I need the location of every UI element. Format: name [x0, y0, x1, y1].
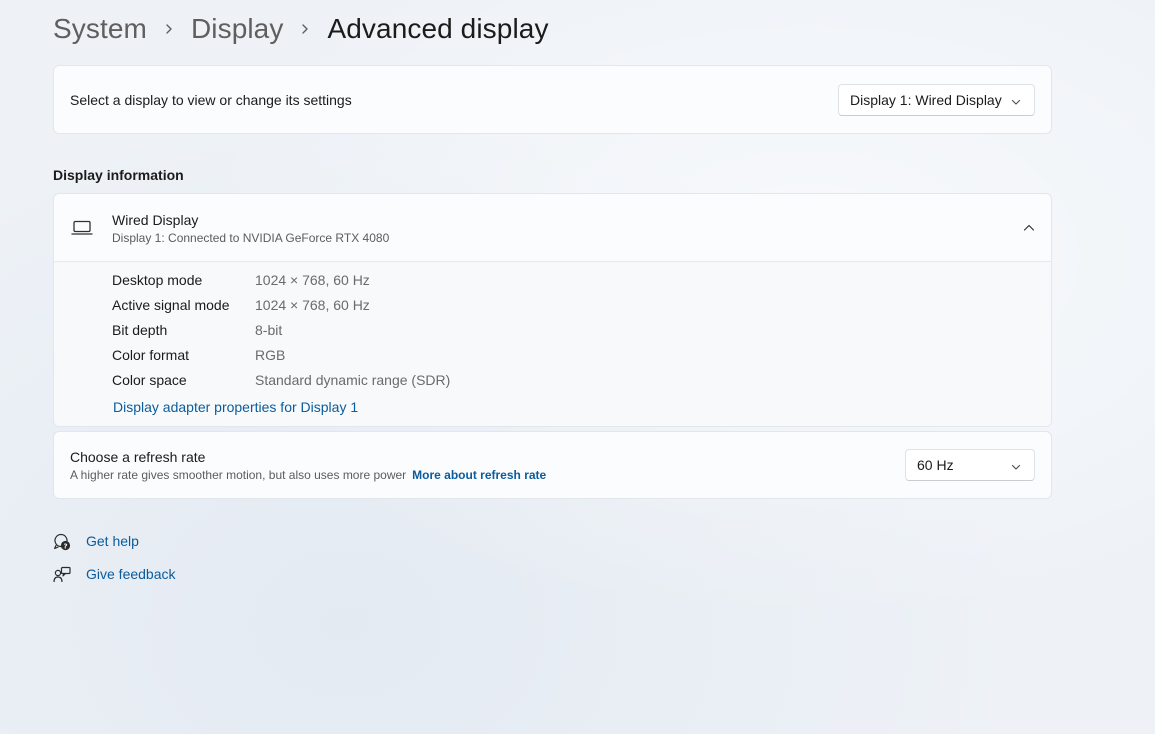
chevron-down-icon [1010, 460, 1022, 472]
display-info-details: Desktop mode 1024 × 768, 60 Hz Active si… [54, 262, 1051, 426]
display-select-card: Select a display to view or change its s… [53, 65, 1052, 134]
display-info-header[interactable]: Wired Display Display 1: Connected to NV… [54, 194, 1051, 262]
property-value: 8-bit [255, 322, 283, 338]
give-feedback-row[interactable]: Give feedback [53, 563, 176, 587]
more-about-refresh-rate-link[interactable]: More about refresh rate [412, 468, 546, 482]
refresh-rate-title: Choose a refresh rate [70, 449, 206, 465]
get-help-link[interactable]: Get help [86, 533, 139, 549]
refresh-rate-description-line: A higher rate gives smoother motion, but… [70, 468, 546, 482]
help-chat-icon: ? [53, 533, 71, 551]
chevron-right-icon [147, 10, 191, 48]
display-select-dropdown[interactable]: Display 1: Wired Display [838, 84, 1035, 116]
refresh-rate-card: Choose a refresh rate A higher rate give… [53, 431, 1052, 499]
refresh-rate-dropdown[interactable]: 60 Hz [905, 449, 1035, 481]
property-label: Bit depth [112, 322, 168, 338]
property-label: Desktop mode [112, 272, 203, 288]
refresh-rate-description: A higher rate gives smoother motion, but… [70, 468, 407, 482]
page-title: Advanced display [327, 13, 549, 44]
feedback-icon [53, 566, 71, 584]
property-value: Standard dynamic range (SDR) [255, 372, 451, 388]
property-value: 1024 × 768, 60 Hz [255, 272, 370, 288]
chevron-down-icon [1010, 95, 1022, 107]
property-label: Color format [112, 347, 190, 363]
property-value: RGB [255, 347, 286, 363]
display-info-title: Wired Display [112, 212, 199, 228]
property-label: Color space [112, 372, 187, 388]
get-help-row[interactable]: ? Get help [53, 530, 139, 554]
breadcrumb: System Display Advanced display [53, 10, 549, 48]
refresh-rate-value: 60 Hz [917, 457, 954, 473]
chevron-right-icon [283, 10, 327, 48]
svg-text:?: ? [63, 542, 67, 550]
display-select-label: Select a display to view or change its s… [70, 92, 352, 108]
display-adapter-properties-link[interactable]: Display adapter properties for Display 1 [113, 399, 358, 415]
property-value: 1024 × 768, 60 Hz [255, 297, 370, 313]
display-info-subtitle: Display 1: Connected to NVIDIA GeForce R… [112, 231, 390, 245]
breadcrumb-display[interactable]: Display [191, 13, 284, 45]
give-feedback-link[interactable]: Give feedback [86, 566, 176, 582]
property-label: Active signal mode [112, 297, 230, 313]
section-title-display-information: Display information [53, 167, 184, 183]
laptop-icon [71, 219, 93, 237]
display-select-value: Display 1: Wired Display [850, 92, 1002, 108]
display-info-card: Wired Display Display 1: Connected to NV… [53, 193, 1052, 427]
breadcrumb-system[interactable]: System [53, 13, 147, 45]
chevron-up-icon[interactable] [1021, 220, 1037, 236]
